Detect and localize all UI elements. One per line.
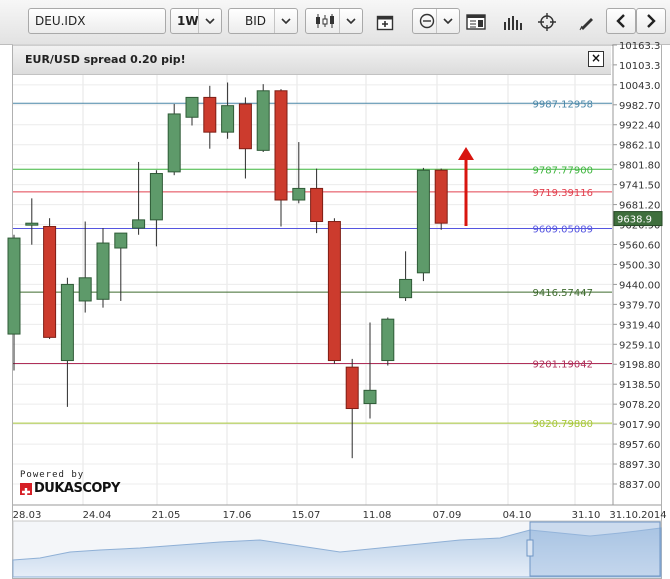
- y-tick-label: 9017.90: [619, 420, 660, 431]
- candle-body[interactable]: [416, 169, 430, 274]
- candle-body[interactable]: [167, 113, 181, 173]
- x-tick-label: 31.10.2014: [609, 510, 666, 521]
- candle-body[interactable]: [274, 90, 288, 201]
- close-button[interactable]: ×: [588, 51, 604, 67]
- horizontal-level-label: 9719.39116: [533, 188, 593, 199]
- candle-body[interactable]: [256, 90, 270, 151]
- y-tick-label: 9440.00: [619, 280, 660, 291]
- y-tick-label: 10103.3: [619, 61, 660, 72]
- y-tick-label: 8897.30: [619, 460, 660, 471]
- powered-by-label: Powered by: [20, 470, 85, 480]
- x-tick-label: 17.06: [223, 510, 252, 521]
- y-tick-label: 9500.30: [619, 260, 660, 271]
- y-tick-label: 9741.50: [619, 181, 660, 192]
- dukascopy-logo: DUKASCOPY: [34, 481, 120, 496]
- candle-body[interactable]: [25, 222, 39, 226]
- candle-body[interactable]: [60, 283, 74, 362]
- close-icon: ×: [590, 51, 602, 65]
- banner-title: EUR/USD spread 0.20 pip!: [25, 53, 186, 66]
- candle-body[interactable]: [43, 225, 57, 338]
- y-tick-label: 10043.0: [619, 81, 660, 92]
- navigator-window[interactable]: [529, 521, 661, 577]
- candle-body[interactable]: [78, 277, 92, 302]
- y-tick-label: 9801.80: [619, 161, 660, 172]
- y-tick-label: 8957.60: [619, 440, 660, 451]
- y-axis-panel: [613, 45, 661, 505]
- y-tick-label: 9681.20: [619, 201, 660, 212]
- y-tick-label: 10163.3: [619, 41, 660, 52]
- candle-body[interactable]: [114, 232, 128, 249]
- x-tick-label: 04.10: [503, 510, 532, 521]
- y-tick-label: 9862.10: [619, 141, 660, 152]
- x-tick-label: 07.09: [433, 510, 462, 521]
- candle-body[interactable]: [96, 242, 110, 300]
- horizontal-level-label: 9609.05089: [533, 224, 593, 235]
- up-arrow-annotation: [458, 147, 474, 226]
- candle-body[interactable]: [310, 187, 324, 223]
- current-price-label: 9638.9: [617, 215, 652, 226]
- x-tick-label: 31.10: [572, 510, 601, 521]
- candle-body[interactable]: [203, 96, 217, 133]
- horizontal-level-label: 9787.77900: [533, 165, 593, 176]
- candle-body[interactable]: [132, 219, 146, 229]
- x-tick-label: 28.03: [13, 510, 42, 521]
- promo-banner: EUR/USD spread 0.20 pip!: [13, 46, 611, 75]
- candle-body[interactable]: [292, 187, 306, 201]
- x-tick-label: 15.07: [292, 510, 321, 521]
- candle-body[interactable]: [221, 105, 235, 133]
- x-tick-label: 24.04: [83, 510, 112, 521]
- candle-body[interactable]: [345, 366, 359, 410]
- swiss-cross-icon: [20, 482, 32, 496]
- candle-body[interactable]: [149, 173, 163, 221]
- y-tick-label: 9198.80: [619, 360, 660, 371]
- candle-body[interactable]: [238, 103, 252, 150]
- y-tick-label: 9259.10: [619, 340, 660, 351]
- candle-body[interactable]: [185, 96, 199, 118]
- y-tick-label: 9560.60: [619, 240, 660, 251]
- y-tick-label: 8837.00: [619, 480, 660, 491]
- x-tick-label: 11.08: [363, 510, 392, 521]
- y-tick-label: 9319.40: [619, 320, 660, 331]
- horizontal-level-label: 9201.19042: [533, 359, 593, 370]
- x-tick-label: 21.05: [152, 510, 181, 521]
- y-tick-label: 9138.50: [619, 380, 660, 391]
- horizontal-level-label: 9987.12958: [533, 99, 593, 110]
- branding: Powered by DUKASCOPY: [20, 470, 120, 496]
- candle-body[interactable]: [399, 278, 413, 299]
- candle-body[interactable]: [434, 169, 448, 224]
- candle-body[interactable]: [363, 389, 377, 405]
- candle-body[interactable]: [381, 318, 395, 362]
- horizontal-level-label: 9020.79880: [533, 419, 593, 430]
- y-tick-label: 9379.70: [619, 300, 660, 311]
- y-tick-label: 9982.70: [619, 101, 660, 112]
- y-tick-label: 9078.20: [619, 400, 660, 411]
- candle-body[interactable]: [327, 221, 341, 362]
- navigator-handle-left[interactable]: [526, 539, 534, 557]
- y-tick-label: 9922.40: [619, 121, 660, 132]
- candle-body[interactable]: [7, 237, 21, 335]
- horizontal-level-label: 9416.57447: [533, 288, 593, 299]
